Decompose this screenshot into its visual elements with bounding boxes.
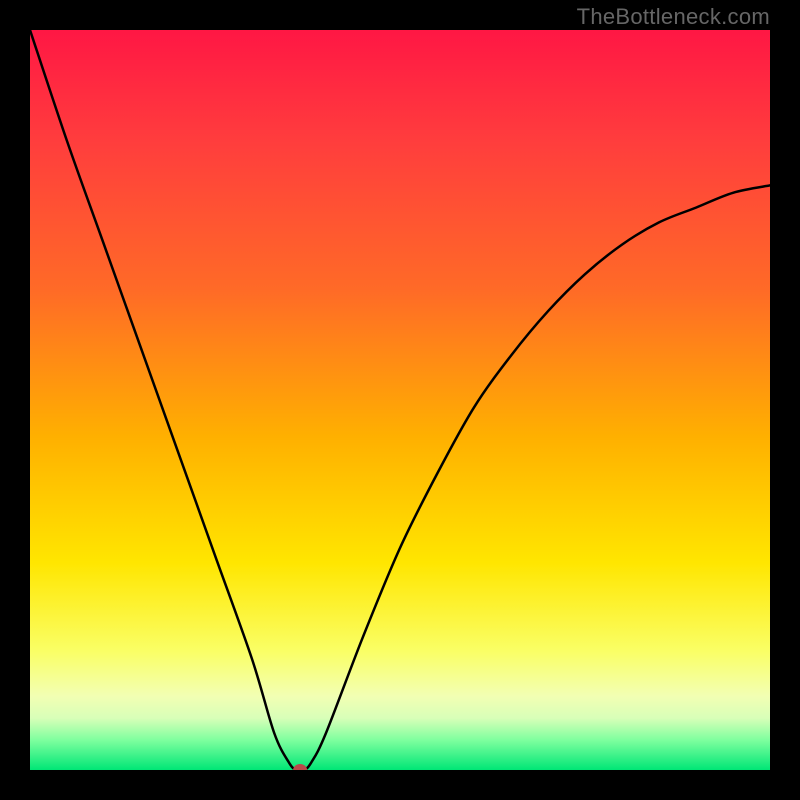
chart-frame: TheBottleneck.com [0, 0, 800, 800]
watermark-text: TheBottleneck.com [577, 4, 770, 30]
bottleneck-chart [30, 30, 770, 770]
plot-area [30, 30, 770, 770]
gradient-background [30, 30, 770, 770]
